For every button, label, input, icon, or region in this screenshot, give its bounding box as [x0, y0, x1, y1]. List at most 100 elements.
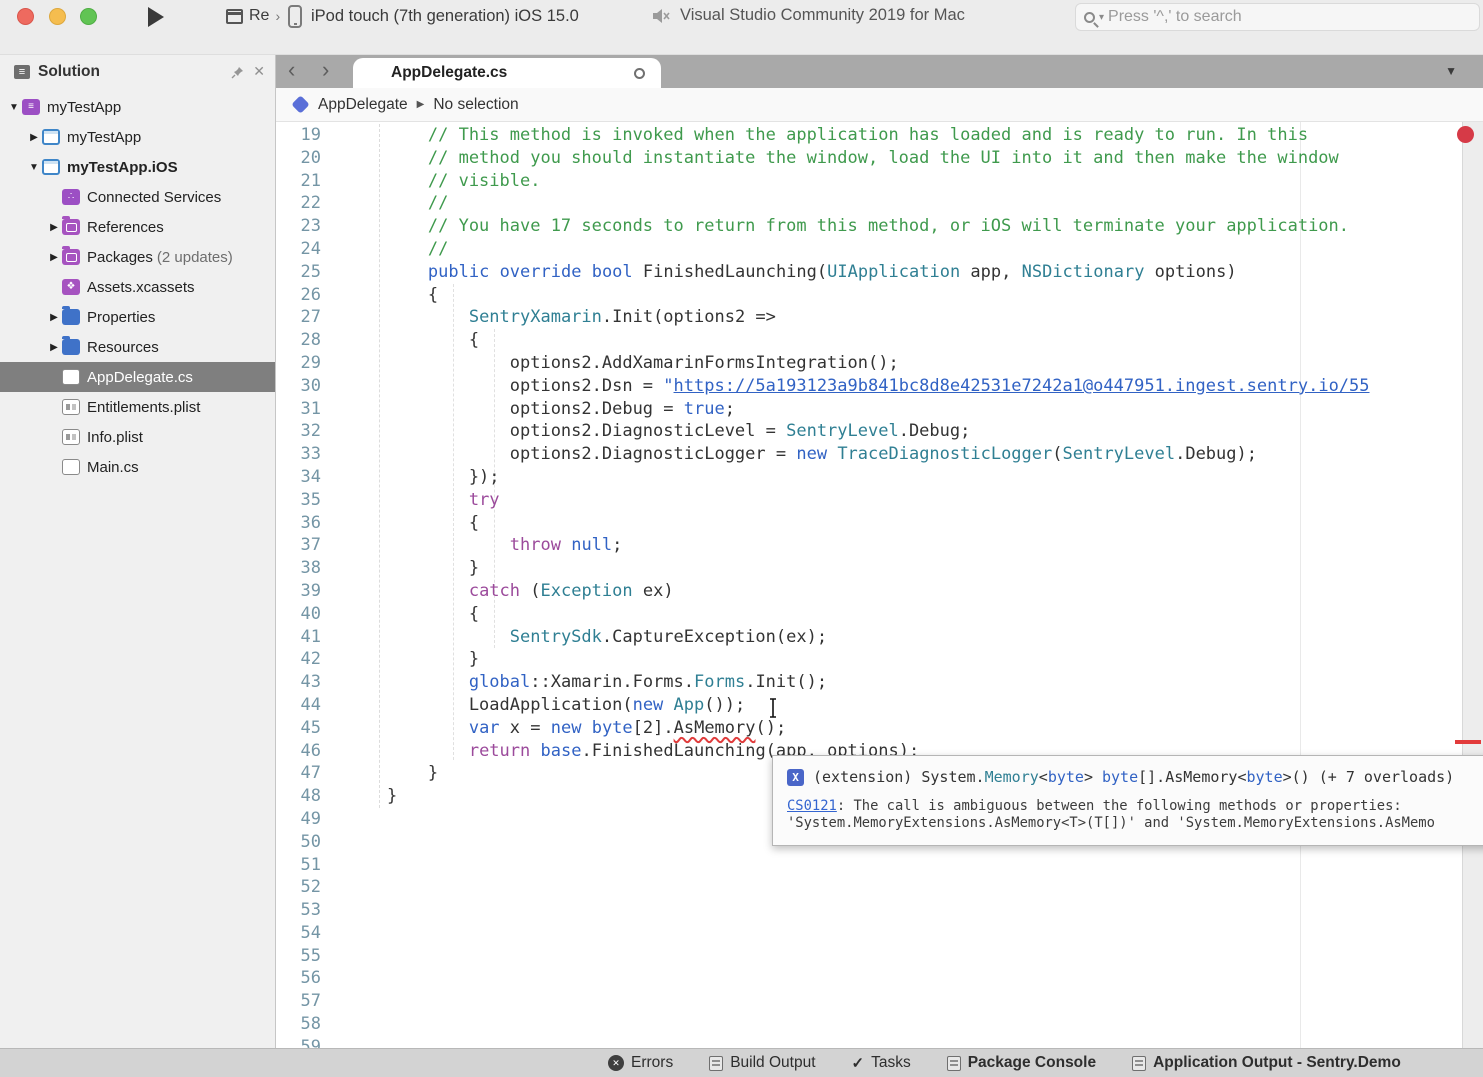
search-box[interactable]: ▾ — [1075, 3, 1480, 31]
editor-scrollbar[interactable] — [1462, 122, 1483, 1048]
code-line-22[interactable]: 22 // — [276, 192, 1462, 215]
tree-item-assets-xcassets[interactable]: ❖Assets.xcassets — [0, 272, 275, 302]
pin-pad-icon[interactable] — [231, 65, 245, 79]
code-line-52[interactable]: 52 — [276, 876, 1462, 899]
tab-list-dropdown-icon[interactable]: ▼ — [1445, 64, 1457, 78]
dock-pad-package-console[interactable]: Package Console — [947, 1054, 1096, 1072]
code-line-24[interactable]: 24 // — [276, 238, 1462, 261]
tree-item-entitlements-plist[interactable]: Entitlements.plist — [0, 392, 275, 422]
code-line-40[interactable]: 40 { — [276, 603, 1462, 626]
search-icon — [1084, 12, 1095, 23]
code-line-56[interactable]: 56 — [276, 967, 1462, 990]
code-line-45[interactable]: 45 var x = new byte[2].AsMemory(); — [276, 717, 1462, 740]
code-line-58[interactable]: 58 — [276, 1013, 1462, 1036]
dock-pad-tasks[interactable]: ✓Tasks — [852, 1054, 911, 1072]
close-window-icon[interactable] — [17, 8, 34, 25]
code-line-33[interactable]: 33 options2.DiagnosticLogger = new Trace… — [276, 443, 1462, 466]
code-line-30[interactable]: 30 options2.Dsn = "https://5a193123a9b84… — [276, 375, 1462, 398]
code-line-21[interactable]: 21 // visible. — [276, 170, 1462, 193]
dock-pad-build-output[interactable]: Build Output — [709, 1054, 815, 1072]
tree-item-mytestapp[interactable]: ▼≡myTestApp — [0, 92, 275, 122]
code-line-27[interactable]: 27 SentryXamarin.Init(options2 => — [276, 306, 1462, 329]
code-line-20[interactable]: 20 // method you should instantiate the … — [276, 147, 1462, 170]
code-line-43[interactable]: 43 global::Xamarin.Forms.Forms.Init(); — [276, 671, 1462, 694]
code-line-54[interactable]: 54 — [276, 922, 1462, 945]
tree-item-label: Assets.xcassets — [87, 279, 195, 296]
code-line-59[interactable]: 59 — [276, 1036, 1462, 1048]
dock-pad-label: Tasks — [871, 1054, 911, 1072]
code-text: { — [346, 329, 479, 352]
error-indicator-dot[interactable] — [1457, 126, 1474, 143]
dock-pad-application-output-sentry-demo[interactable]: Application Output - Sentry.Demo — [1132, 1054, 1401, 1072]
expand-closed-icon[interactable]: ▶ — [46, 312, 62, 323]
close-pad-icon[interactable]: ✕ — [253, 63, 265, 80]
tree-item-resources[interactable]: ▶Resources — [0, 332, 275, 362]
error-code-link[interactable]: CS0121 — [787, 798, 837, 814]
minimize-window-icon[interactable] — [49, 8, 66, 25]
code-line-28[interactable]: 28 { — [276, 329, 1462, 352]
tree-item-references[interactable]: ▶References — [0, 212, 275, 242]
code-text: } — [346, 557, 479, 580]
expand-closed-icon[interactable]: ▶ — [26, 132, 42, 143]
tree-item-info-plist[interactable]: Info.plist — [0, 422, 275, 452]
tree-item-connected-services[interactable]: ∴Connected Services — [0, 182, 275, 212]
scrollbar-error-marker — [1455, 740, 1481, 744]
run-button[interactable] — [148, 7, 164, 27]
tree-item-main-cs[interactable]: {}Main.cs — [0, 452, 275, 482]
code-line-36[interactable]: 36 { — [276, 512, 1462, 535]
breadcrumb-class[interactable]: AppDelegate — [318, 96, 408, 114]
project-icon — [42, 159, 60, 175]
code-line-32[interactable]: 32 options2.DiagnosticLevel = SentryLeve… — [276, 420, 1462, 443]
expand-closed-icon[interactable]: ▶ — [46, 222, 62, 233]
device-selector[interactable]: iPod touch (7th generation) iOS 15.0 — [288, 5, 579, 28]
tab-appdelegate[interactable]: AppDelegate.cs — [353, 58, 661, 88]
code-line-42[interactable]: 42 } — [276, 648, 1462, 671]
code-line-37[interactable]: 37 throw null; — [276, 534, 1462, 557]
tree-item-appdelegate-cs[interactable]: {}AppDelegate.cs — [0, 362, 275, 392]
line-number: 59 — [276, 1036, 346, 1048]
code-line-38[interactable]: 38 } — [276, 557, 1462, 580]
code-line-25[interactable]: 25 public override bool FinishedLaunchin… — [276, 261, 1462, 284]
code-line-57[interactable]: 57 — [276, 990, 1462, 1013]
code-line-51[interactable]: 51 — [276, 854, 1462, 877]
expand-closed-icon[interactable]: ▶ — [46, 252, 62, 263]
code-line-31[interactable]: 31 options2.Debug = true; — [276, 398, 1462, 421]
dock-pad-errors[interactable]: ✕Errors — [608, 1054, 673, 1072]
code-line-35[interactable]: 35 try — [276, 489, 1462, 512]
breadcrumb-selection[interactable]: No selection — [433, 96, 518, 114]
folder-purple-icon — [62, 249, 80, 265]
navigate-forward-icon[interactable]: › — [322, 57, 329, 83]
code-line-41[interactable]: 41 SentrySdk.CaptureException(ex); — [276, 626, 1462, 649]
line-number: 57 — [276, 990, 346, 1013]
tree-item-mytestapp-ios[interactable]: ▼myTestApp.iOS — [0, 152, 275, 182]
zoom-window-icon[interactable] — [80, 8, 97, 25]
code-line-55[interactable]: 55 — [276, 945, 1462, 968]
code-editor[interactable]: 19 // This method is invoked when the ap… — [276, 122, 1483, 1048]
code-line-44[interactable]: 44 LoadApplication(new App()); — [276, 694, 1462, 717]
line-number: 42 — [276, 648, 346, 671]
code-line-23[interactable]: 23 // You have 17 seconds to return from… — [276, 215, 1462, 238]
tree-item-mytestapp[interactable]: ▶myTestApp — [0, 122, 275, 152]
tree-item-packages[interactable]: ▶Packages(2 updates) — [0, 242, 275, 272]
expand-open-icon[interactable]: ▼ — [6, 102, 22, 113]
tree-item-label: Main.cs — [87, 459, 139, 476]
code-line-39[interactable]: 39 catch (Exception ex) — [276, 580, 1462, 603]
code-line-53[interactable]: 53 — [276, 899, 1462, 922]
code-line-19[interactable]: 19 // This method is invoked when the ap… — [276, 124, 1462, 147]
code-line-29[interactable]: 29 options2.AddXamarinFormsIntegration()… — [276, 352, 1462, 375]
solution-pad-icon: ≡ — [14, 65, 30, 79]
solution-tree: ▼≡myTestApp▶myTestApp▼myTestApp.iOS∴Conn… — [0, 92, 275, 482]
breadcrumb: AppDelegate ▶ No selection — [276, 88, 1483, 122]
dock-pad-label: Build Output — [730, 1054, 815, 1072]
expand-open-icon[interactable]: ▼ — [26, 162, 42, 173]
search-input[interactable] — [1108, 8, 1471, 26]
tree-item-properties[interactable]: ▶Properties — [0, 302, 275, 332]
code-line-34[interactable]: 34 }); — [276, 466, 1462, 489]
expand-closed-icon[interactable]: ▶ — [46, 342, 62, 353]
tree-item-label: Info.plist — [87, 429, 143, 446]
code-line-26[interactable]: 26 { — [276, 284, 1462, 307]
configuration-selector[interactable]: Re › — [226, 7, 280, 25]
line-number: 40 — [276, 603, 346, 626]
navigate-back-icon[interactable]: ‹ — [288, 57, 295, 83]
code-text: throw null; — [346, 534, 622, 557]
